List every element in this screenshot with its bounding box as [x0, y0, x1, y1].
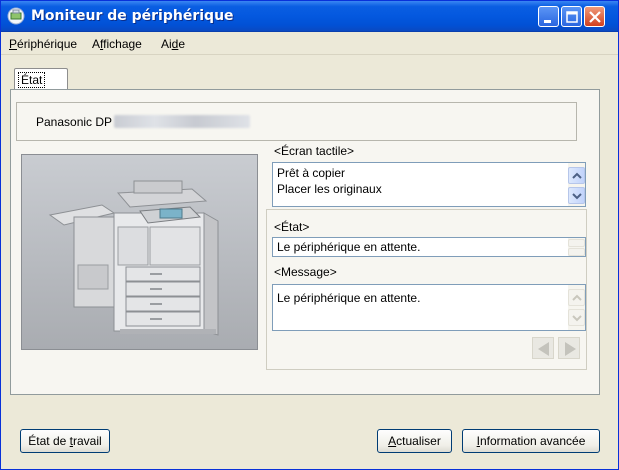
status-scroll-up	[568, 239, 585, 247]
menu-peripherique-label: Périphérique	[9, 37, 78, 51]
message-scroll-up	[568, 289, 585, 306]
job-status-label-part: État de	[28, 434, 70, 448]
refresh-accel: A	[388, 434, 397, 448]
touch-panel-scrollbar[interactable]	[568, 163, 585, 206]
job-status-label-part: ravail	[73, 434, 102, 448]
touch-panel-textbox[interactable]: Prêt à copier Placer les originaux	[272, 162, 586, 207]
message-value: Le périphérique en attente.	[277, 291, 421, 305]
menu-bar: Périphérique Affichage Aide	[1, 33, 618, 55]
message-scroll-down	[568, 309, 585, 326]
menu-aide-label: Aide	[161, 37, 186, 51]
maximize-icon	[566, 11, 578, 23]
chevron-up-icon	[572, 172, 582, 179]
chevron-down-icon	[572, 315, 582, 322]
menu-aide[interactable]: Aide	[161, 37, 185, 51]
status-scroll-down	[568, 248, 585, 256]
maximize-button[interactable]	[561, 6, 582, 27]
advanced-label-part: nformation avancée	[479, 434, 586, 448]
printer-image	[21, 154, 258, 350]
close-icon	[589, 11, 601, 23]
tab-etat[interactable]: État	[14, 68, 68, 90]
touch-panel-line: Placer les originaux	[277, 182, 382, 196]
monitor-icon	[7, 7, 25, 25]
touch-panel-label: <Écran tactile>	[274, 144, 355, 158]
refresh-button[interactable]: Actualiser	[377, 429, 452, 453]
triangle-left-icon	[538, 342, 549, 356]
advanced-info-button[interactable]: Information avancée	[462, 429, 600, 453]
scroll-up-button[interactable]	[568, 167, 585, 184]
tab-etat-label: État	[18, 72, 46, 88]
triangle-right-icon	[565, 342, 576, 356]
copier-illustration	[22, 155, 257, 349]
menu-affichage[interactable]: Affichage	[92, 37, 142, 51]
close-button[interactable]	[584, 6, 605, 27]
chevron-down-icon	[572, 193, 582, 200]
job-status-button[interactable]: État de travail	[20, 429, 110, 453]
chevron-up-icon	[572, 294, 582, 301]
previous-message-button[interactable]	[532, 337, 554, 359]
message-scrollbar	[568, 285, 585, 330]
status-textbox[interactable]: Le périphérique en attente.	[272, 237, 586, 257]
menu-affichage-label: Affichage	[92, 37, 142, 51]
minimize-button[interactable]	[538, 6, 559, 27]
device-monitor-window: Moniteur de périphérique Périphérique Af…	[0, 0, 619, 470]
status-value: Le périphérique en attente.	[277, 240, 421, 254]
message-textbox[interactable]: Le périphérique en attente.	[272, 284, 586, 331]
status-label: <État>	[274, 220, 310, 234]
status-scrollbar	[568, 238, 585, 256]
refresh-label-part: ctualiser	[396, 434, 441, 448]
device-name-box: Panasonic DP	[16, 102, 577, 141]
redacted-model	[114, 115, 250, 128]
title-bar[interactable]: Moniteur de périphérique	[1, 1, 618, 32]
scroll-down-button[interactable]	[568, 187, 585, 204]
minimize-icon	[544, 20, 551, 23]
menu-peripherique[interactable]: Périphérique	[9, 37, 77, 51]
next-message-button[interactable]	[558, 337, 580, 359]
message-label: <Message>	[274, 265, 337, 279]
touch-panel-line: Prêt à copier	[277, 166, 346, 180]
device-name: Panasonic DP	[36, 115, 113, 129]
window-title: Moniteur de périphérique	[31, 8, 234, 24]
